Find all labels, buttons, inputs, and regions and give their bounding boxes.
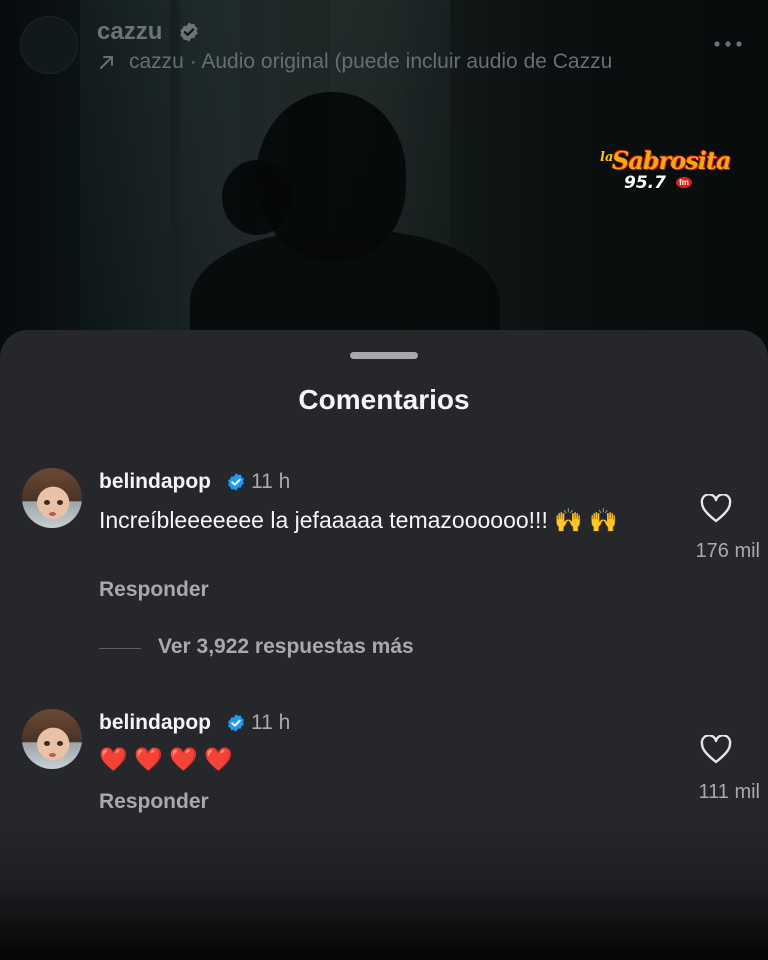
avatar-detail (49, 512, 56, 516)
author-avatar[interactable] (20, 16, 78, 74)
avatar-detail (57, 741, 63, 746)
comment-timestamp: 11 h (251, 711, 291, 734)
commenter-avatar[interactable] (22, 468, 82, 528)
replies-divider (99, 648, 141, 649)
sheet-drag-handle[interactable] (350, 352, 418, 359)
verified-badge-icon (228, 473, 244, 491)
verified-badge-icon (180, 22, 198, 42)
reply-button[interactable]: Responder (99, 790, 209, 814)
logo-band: fm (676, 177, 692, 188)
heart-outline-icon[interactable] (700, 735, 732, 765)
comment-text: Increíbleeeeeee la jefaaaaa temazoooooo!… (99, 507, 618, 533)
like-count: 111 mil (698, 781, 760, 803)
comment-text: ❤️ ❤️ ❤️ ❤️ (99, 746, 233, 772)
avatar-detail (44, 500, 50, 505)
comment-timestamp: 11 h (251, 470, 291, 493)
station-logo: la Sabrosita 95.7 fm (598, 146, 732, 196)
logo-frequency: 95.7 (624, 173, 666, 193)
comments-sheet: Comentarios belindapop 11 h Increíbleeee… (0, 330, 768, 960)
verified-badge-icon (228, 714, 244, 732)
post-header: cazzu cazzu · Audio original (puede incl… (0, 0, 768, 90)
sheet-title: Comentarios (298, 384, 470, 415)
reply-button[interactable]: Responder (99, 578, 209, 602)
heart-outline-icon[interactable] (700, 494, 732, 524)
like-count: 176 mil (695, 540, 760, 562)
comment-username[interactable]: belindapop (99, 711, 211, 735)
avatar-detail (44, 741, 50, 746)
view-replies-button[interactable]: Ver 3,922 respuestas más (158, 635, 414, 659)
avatar-detail (49, 753, 56, 757)
avatar-detail (57, 500, 63, 505)
logo-name: Sabrosita (612, 146, 732, 175)
author-username[interactable]: cazzu (97, 18, 162, 46)
comment-username[interactable]: belindapop (99, 470, 211, 494)
audio-label[interactable]: cazzu · Audio original (puede incluir au… (129, 50, 669, 74)
more-dots-icon[interactable] (712, 36, 744, 52)
commenter-avatar[interactable] (22, 709, 82, 769)
arrow-up-right-icon (100, 56, 113, 69)
